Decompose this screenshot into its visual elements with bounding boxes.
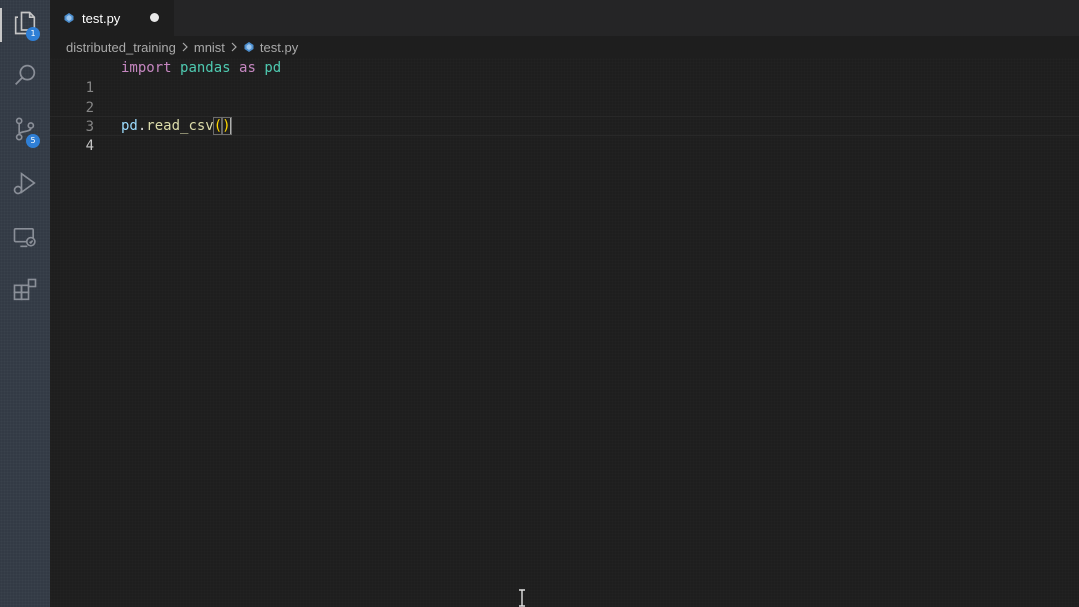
tab-bar: test.py (50, 0, 1079, 36)
source-control-badge: 5 (26, 134, 40, 148)
bracket-token: ( (214, 118, 222, 134)
code-editor[interactable]: 1 import pandas as pd 2 3 4 pd.read_csv(… (50, 58, 1079, 607)
remote-explorer-icon (11, 223, 39, 255)
variable-token: pd (121, 118, 138, 134)
code-line[interactable]: 4 pd.read_csv() (50, 116, 1079, 136)
chevron-right-icon (181, 42, 189, 52)
activity-source-control[interactable]: 5 (0, 106, 50, 156)
activity-remote-explorer[interactable] (0, 214, 50, 264)
unsaved-dot-icon[interactable] (150, 13, 159, 22)
whitespace-token (231, 60, 239, 76)
chevron-right-icon (230, 42, 238, 52)
activity-search[interactable] (0, 52, 50, 102)
keyword-token: import (121, 60, 172, 76)
tab-label: test.py (82, 11, 120, 26)
line-number: 4 (50, 136, 94, 156)
activity-run-debug[interactable] (0, 160, 50, 210)
code-text[interactable]: pd.read_csv() (121, 116, 232, 136)
python-file-icon (243, 41, 255, 53)
extensions-icon (11, 276, 39, 308)
code-line[interactable]: 1 import pandas as pd (50, 58, 1079, 78)
run-debug-icon (11, 169, 39, 201)
breadcrumb: distributed_training mnist test.py (50, 36, 1079, 58)
function-token: read_csv (146, 118, 213, 134)
activity-explorer[interactable]: 1 (0, 0, 50, 50)
keyword-token: as (239, 60, 256, 76)
activity-extensions[interactable] (0, 267, 50, 317)
tab-test-py[interactable]: test.py (50, 0, 174, 36)
search-icon (11, 61, 39, 93)
breadcrumb-item-mnist[interactable]: mnist (194, 40, 225, 55)
activity-bar: 1 5 (0, 0, 50, 607)
breadcrumb-item-distributed-training[interactable]: distributed_training (66, 40, 176, 55)
code-line[interactable]: 3 (50, 97, 1079, 117)
whitespace-token (172, 60, 180, 76)
explorer-badge: 1 (26, 27, 40, 41)
code-line[interactable]: 2 (50, 78, 1079, 98)
module-token: pandas (180, 60, 231, 76)
vscode-window: 1 5 (0, 0, 1079, 607)
code-text[interactable]: import pandas as pd (121, 58, 281, 78)
text-cursor (230, 117, 232, 135)
breadcrumb-item-test-py[interactable]: test.py (260, 40, 298, 55)
alias-token: pd (264, 60, 281, 76)
python-file-icon (63, 12, 75, 24)
ibeam-cursor-icon (517, 589, 527, 607)
